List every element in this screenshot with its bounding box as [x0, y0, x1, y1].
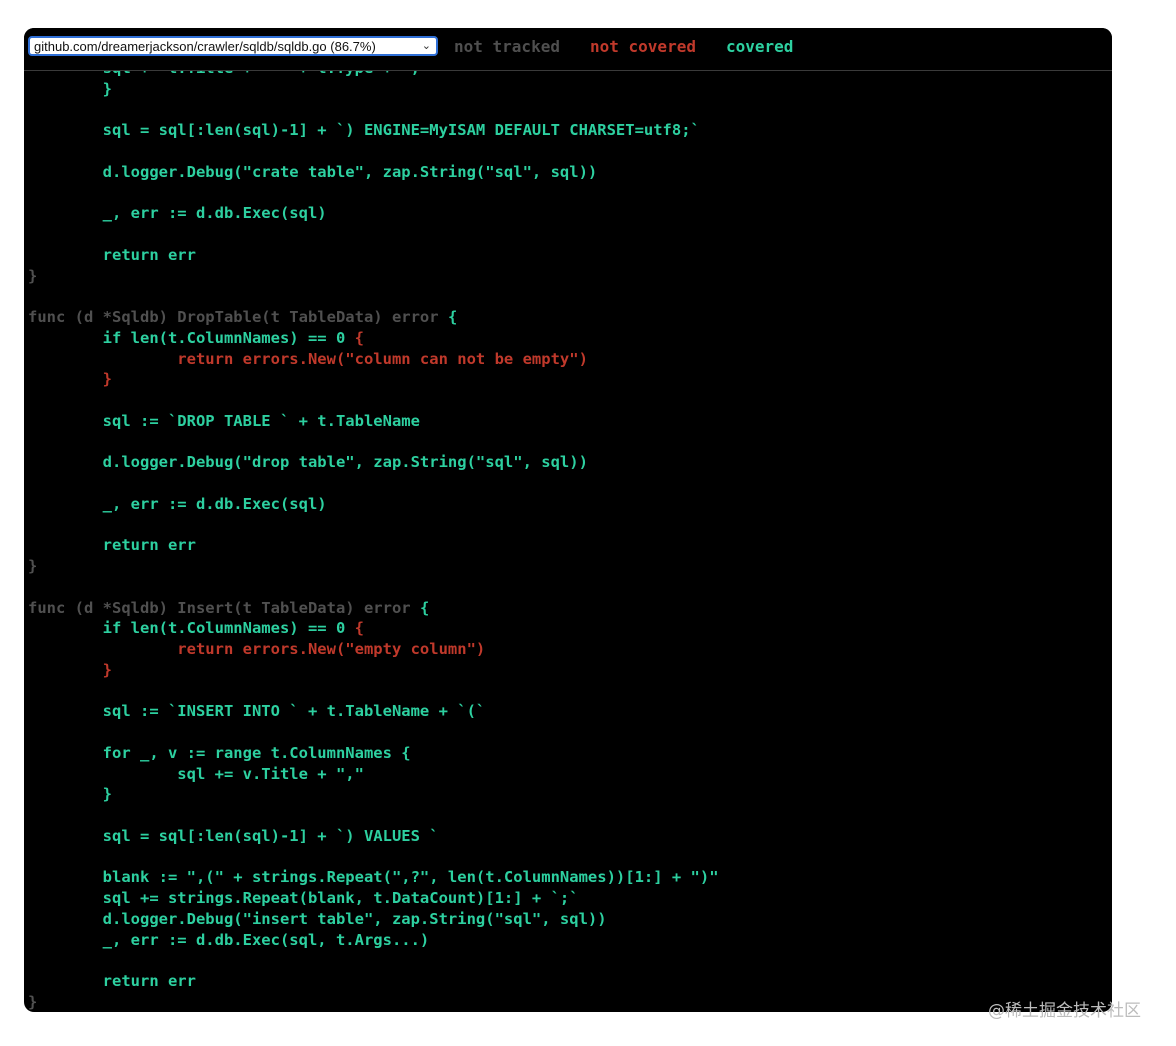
coverage-toolbar: github.com/dreamerjackson/crawler/sqldb/… — [24, 28, 1112, 71]
watermark: @稀土掘金技术社区 — [988, 1001, 1141, 1021]
file-select-dropdown[interactable]: github.com/dreamerjackson/crawler/sqldb/… — [28, 36, 438, 56]
code-segment: return errors.New("empty column") — [28, 640, 486, 658]
source-code: sql += t.Title + " " + t.Type + "," } sq… — [28, 71, 719, 1012]
code-segment: func (d *Sqldb) DropTable(t TableData) e… — [28, 308, 448, 326]
code-segment: if len(t.ColumnNames) == 0 — [28, 619, 355, 638]
code-line: return err — [28, 245, 719, 266]
code-line: if len(t.ColumnNames) == 0 { — [28, 328, 719, 349]
code-line: sql += v.Title + "," — [28, 764, 719, 785]
code-viewport[interactable]: sql += t.Title + " " + t.Type + "," } sq… — [24, 71, 1112, 1012]
code-segment: sql := `INSERT INTO ` + t.TableName + `(… — [28, 702, 486, 721]
code-segment: } — [28, 557, 38, 575]
code-segment: } — [28, 992, 38, 1011]
legend-not-tracked: not tracked — [454, 37, 560, 56]
code-segment: sql += v.Title + "," — [28, 764, 364, 783]
code-segment: } — [28, 79, 112, 98]
code-line: _, err := d.db.Exec(sql, t.Args...) — [28, 930, 719, 951]
code-line: d.logger.Debug("insert table", zap.Strin… — [28, 909, 719, 930]
code-line: return errors.New("column can not be emp… — [28, 349, 719, 370]
file-select-value: github.com/dreamerjackson/crawler/sqldb/… — [34, 38, 376, 54]
code-line: } — [28, 556, 719, 577]
code-segment: sql = sql[:len(sql)-1] + `) VALUES ` — [28, 826, 439, 845]
code-segment: _, err := d.db.Exec(sql, t.Args...) — [28, 930, 430, 949]
code-segment: sql = sql[:len(sql)-1] + `) ENGINE=MyISA… — [28, 121, 700, 140]
code-segment: } — [28, 370, 112, 389]
code-segment: sql += strings.Repeat(blank, t.DataCount… — [28, 889, 579, 907]
code-line: _, err := d.db.Exec(sql) — [28, 203, 719, 224]
code-line: blank := ",(" + strings.Repeat(",?", len… — [28, 867, 719, 888]
code-line: d.logger.Debug("crate table", zap.String… — [28, 162, 719, 183]
code-segment: d.logger.Debug("insert table", zap.Strin… — [28, 909, 607, 928]
code-segment: } — [28, 785, 112, 804]
code-segment: } — [28, 266, 38, 285]
code-segment: return errors.New("column can not be emp… — [28, 349, 588, 368]
code-segment: _, err := d.db.Exec(sql) — [28, 494, 327, 513]
code-segment: return err — [28, 536, 196, 555]
code-line: } — [28, 79, 719, 100]
code-line: } — [28, 369, 719, 390]
code-segment: return err — [28, 972, 196, 990]
code-line: sql = sql[:len(sql)-1] + `) VALUES ` — [28, 826, 719, 847]
code-segment: if len(t.ColumnNames) == 0 — [28, 328, 355, 347]
code-line: sql = sql[:len(sql)-1] + `) ENGINE=MyISA… — [28, 120, 719, 141]
code-segment: { — [447, 308, 458, 326]
code-segment: func (d *Sqldb) Insert(t TableData) erro… — [28, 598, 420, 617]
code-line: return err — [28, 971, 719, 992]
code-line: func (d *Sqldb) DropTable(t TableData) e… — [28, 307, 719, 328]
code-segment: } — [28, 660, 112, 679]
legend-covered: covered — [726, 37, 794, 56]
code-segment: for _, v := range t.ColumnNames { — [28, 743, 411, 762]
code-line: if len(t.ColumnNames) == 0 { — [28, 618, 719, 639]
code-line: _, err := d.db.Exec(sql) — [28, 494, 719, 515]
code-segment: { — [419, 598, 430, 617]
code-segment: _, err := d.db.Exec(sql) — [28, 204, 327, 223]
code-line: } — [28, 266, 719, 287]
code-line: for _, v := range t.ColumnNames { — [28, 743, 719, 764]
code-line: sql := `DROP TABLE ` + t.TableName — [28, 411, 719, 432]
code-line: return errors.New("empty column") — [28, 639, 719, 660]
chevron-down-icon: ⌄ — [421, 40, 431, 52]
coverage-window: github.com/dreamerjackson/crawler/sqldb/… — [24, 28, 1112, 1012]
code-line: } — [28, 660, 719, 681]
code-line: sql += t.Title + " " + t.Type + "," — [28, 71, 719, 79]
code-segment: sql := `DROP TABLE ` + t.TableName — [28, 411, 420, 430]
code-line: func (d *Sqldb) Insert(t TableData) erro… — [28, 598, 719, 619]
legend-not-covered: not covered — [590, 37, 696, 56]
code-segment: { — [354, 328, 364, 347]
code-segment: d.logger.Debug("crate table", zap.String… — [28, 162, 598, 181]
code-line: sql += strings.Repeat(blank, t.DataCount… — [28, 888, 719, 909]
code-line: } — [28, 784, 719, 805]
code-line: sql := `INSERT INTO ` + t.TableName + `(… — [28, 701, 719, 722]
code-line: } — [28, 992, 719, 1012]
code-segment: blank := ",(" + strings.Repeat(",?", len… — [28, 868, 719, 887]
code-line: d.logger.Debug("drop table", zap.String(… — [28, 452, 719, 473]
code-segment: sql += t.Title + " " + t.Type + "," — [28, 71, 430, 77]
code-segment: d.logger.Debug("drop table", zap.String(… — [28, 453, 588, 472]
code-line: return err — [28, 535, 719, 556]
code-segment: return err — [28, 245, 196, 264]
code-segment: { — [354, 619, 364, 638]
